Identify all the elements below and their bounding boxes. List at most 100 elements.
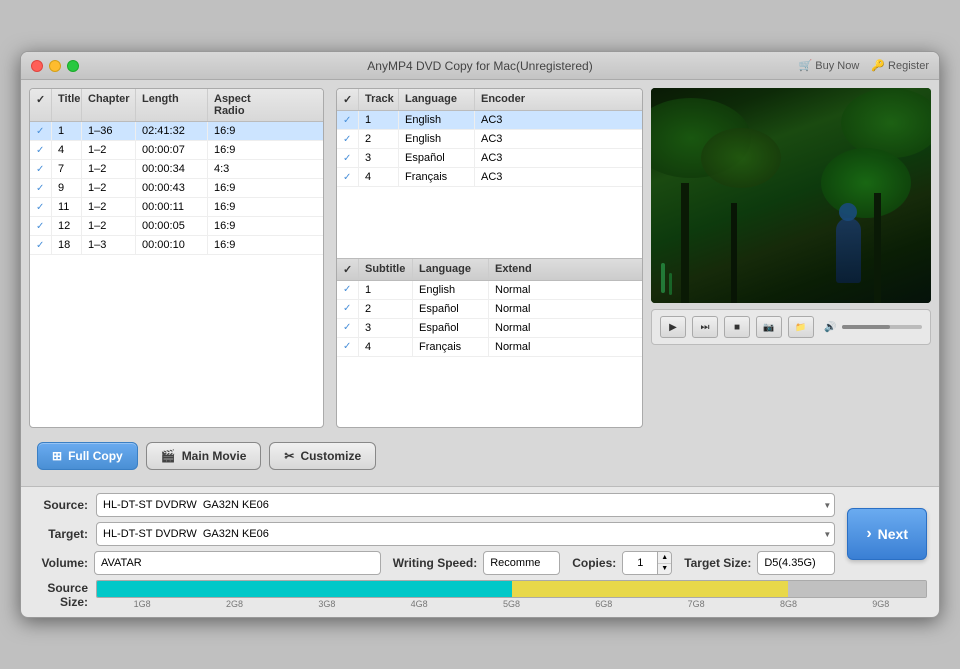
- copy-modes: ⊞ Full Copy 🎬 Main Movie ✂ Customize: [29, 434, 643, 478]
- table-row[interactable]: ✓ 91–200:00:4316:9: [30, 179, 323, 198]
- target-row: Target: ▼: [33, 522, 835, 546]
- minimize-button[interactable]: [49, 60, 61, 72]
- video-frame: [651, 88, 931, 303]
- full-copy-label: Full Copy: [68, 449, 123, 463]
- customize-label: Customize: [300, 449, 361, 463]
- folder-button[interactable]: 📁: [788, 316, 814, 338]
- full-copy-button[interactable]: ⊞ Full Copy: [37, 442, 138, 470]
- figure-head: [839, 203, 857, 221]
- subtitle-col-check: ✓: [337, 259, 359, 280]
- table-row[interactable]: ✓ 3EspañolNormal: [337, 319, 642, 338]
- subtitle-col-extend: Extend: [489, 259, 549, 280]
- foliage-2: [841, 88, 931, 158]
- copies-label: Copies:: [572, 556, 616, 570]
- close-button[interactable]: [31, 60, 43, 72]
- preview-panel: 00:31:50 02:41:32 ▶ ⏭ ■ 📷 📁 🔊: [651, 88, 931, 478]
- play-button[interactable]: ▶: [660, 316, 686, 338]
- tick-1: 1G8: [134, 599, 151, 609]
- source-label: Source:: [33, 498, 88, 512]
- title-col-aspect: Aspect Radio: [208, 89, 276, 121]
- table-row[interactable]: ✓ 4FrançaisNormal: [337, 338, 642, 357]
- size-bar-gray: [788, 581, 926, 597]
- register-button[interactable]: 🔑 Register: [871, 59, 929, 72]
- plant-1: [661, 263, 665, 293]
- check-icon: ✓: [343, 134, 351, 145]
- copies-input[interactable]: [623, 552, 658, 574]
- trunk-1: [681, 183, 689, 303]
- table-row[interactable]: ✓ 2EspañolNormal: [337, 300, 642, 319]
- volume-row: Volume: Writing Speed: Recomme 2x 4x 8x …: [33, 551, 835, 575]
- table-row[interactable]: ✓ 181–300:00:1016:9: [30, 236, 323, 255]
- copies-up[interactable]: ▲: [658, 552, 671, 564]
- check-icon: ✓: [343, 341, 351, 352]
- track-subtitle-area: ✓ Track Language Encoder ✓ 1EnglishAC3: [336, 88, 643, 428]
- copies-stepper[interactable]: ▲ ▼: [622, 551, 672, 575]
- track-rows: ✓ 1EnglishAC3 ✓ 2EnglishAC3 ✓ 3EspañolAC…: [337, 111, 642, 187]
- copies-arrows: ▲ ▼: [658, 552, 671, 574]
- size-bar-container: 1G8 2G8 3G8 4G8 5G8 6G8 7G8 8G8 9G8: [96, 580, 927, 609]
- tick-7: 7G8: [688, 599, 705, 609]
- table-row[interactable]: ✓ 111–200:00:1116:9: [30, 198, 323, 217]
- check-icon: ✓: [36, 202, 44, 213]
- customize-button[interactable]: ✂ Customize: [269, 442, 376, 470]
- table-row[interactable]: ✓ 71–200:00:344:3: [30, 160, 323, 179]
- writing-speed-label: Writing Speed:: [393, 556, 477, 570]
- table-row[interactable]: ✓ 1EnglishAC3: [337, 111, 642, 130]
- next-label: Next: [878, 526, 908, 542]
- skip-button[interactable]: ⏭: [692, 316, 718, 338]
- buy-now-label: Buy Now: [815, 60, 859, 72]
- main-movie-button[interactable]: 🎬 Main Movie: [146, 442, 262, 470]
- foliage-4: [821, 148, 911, 218]
- volume-input[interactable]: [94, 551, 381, 575]
- titlebar: AnyMP4 DVD Copy for Mac(Unregistered) 🛒 …: [21, 52, 939, 80]
- title-col-title: Title: [52, 89, 82, 121]
- tick-9: 9G8: [872, 599, 889, 609]
- tick-8: 8G8: [780, 599, 797, 609]
- size-bar-yellow: [512, 581, 788, 597]
- volume-slider[interactable]: [842, 325, 922, 329]
- check-icon: ✓: [36, 126, 44, 137]
- figure-body: [836, 218, 861, 283]
- check-icon: ✓: [36, 183, 44, 194]
- source-input[interactable]: [96, 493, 835, 517]
- target-size-select[interactable]: D5(4.35G) D9(8.5G) Custom: [757, 551, 835, 575]
- stop-button[interactable]: ■: [724, 316, 750, 338]
- title-col-chapter: Chapter: [82, 89, 136, 121]
- subtitle-table: ✓ Subtitle Language Extend ✓ 1EnglishNor…: [337, 259, 642, 428]
- track-col-check: ✓: [337, 89, 359, 110]
- table-row[interactable]: ✓ 41–200:00:0716:9: [30, 141, 323, 160]
- target-dropdown-wrap: ▼: [96, 522, 835, 546]
- size-bar-cyan: [97, 581, 512, 597]
- cart-icon: 🛒: [799, 59, 813, 72]
- source-size-row: Source Size: 1G8 2G8 3G8 4G8 5G8 6G8 7G8…: [21, 580, 939, 617]
- writing-speed-dropdown: Recomme 2x 4x 8x: [483, 551, 560, 575]
- video-preview: 00:31:50 02:41:32: [651, 88, 931, 303]
- table-row[interactable]: ✓ 3EspañolAC3: [337, 149, 642, 168]
- target-input[interactable]: [96, 522, 835, 546]
- window-title: AnyMP4 DVD Copy for Mac(Unregistered): [367, 59, 592, 73]
- trunk-3: [874, 193, 881, 303]
- buy-now-button[interactable]: 🛒 Buy Now: [799, 59, 860, 72]
- track-col-track: Track: [359, 89, 399, 110]
- copies-down[interactable]: ▼: [658, 564, 671, 575]
- size-bar: [96, 580, 927, 598]
- next-chevron-icon: ›: [866, 525, 871, 543]
- title-col-length: Length: [136, 89, 208, 121]
- table-row[interactable]: ✓ 1EnglishNormal: [337, 281, 642, 300]
- target-label: Target:: [33, 527, 88, 541]
- table-row[interactable]: ✓ 4FrançaisAC3: [337, 168, 642, 187]
- screenshot-button[interactable]: 📷: [756, 316, 782, 338]
- writing-speed-select[interactable]: Recomme 2x 4x 8x: [483, 551, 560, 575]
- main-window: AnyMP4 DVD Copy for Mac(Unregistered) 🛒 …: [20, 51, 940, 618]
- tables-area: ✓ Title Chapter Length Aspect Radio ✓ 11…: [29, 88, 643, 478]
- table-row[interactable]: ✓ 2EnglishAC3: [337, 130, 642, 149]
- maximize-button[interactable]: [67, 60, 79, 72]
- main-movie-label: Main Movie: [182, 449, 247, 463]
- table-row[interactable]: ✓ 121–200:00:0516:9: [30, 217, 323, 236]
- check-icon: ✓: [36, 240, 44, 251]
- source-dropdown-wrap: ▼: [96, 493, 835, 517]
- volume-label: Volume:: [33, 556, 88, 570]
- next-button[interactable]: › Next: [847, 508, 927, 560]
- table-row[interactable]: ✓ 11–3602:41:3216:9: [30, 122, 323, 141]
- title-rows: ✓ 11–3602:41:3216:9 ✓ 41–200:00:0716:9 ✓…: [30, 122, 323, 255]
